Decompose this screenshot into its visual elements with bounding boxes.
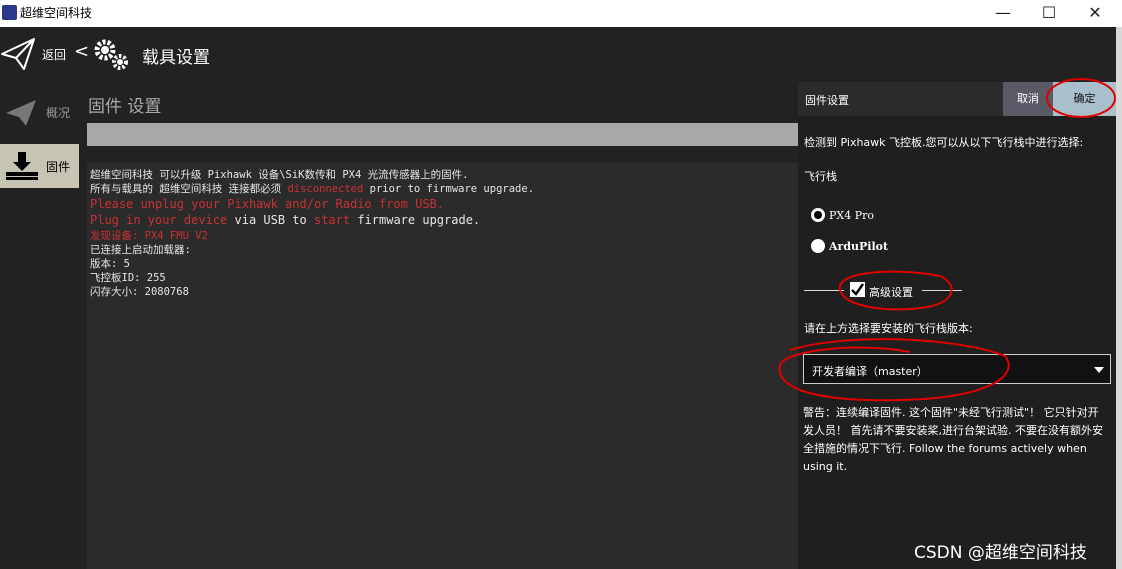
window-title: 超维空间科技 [20,6,93,20]
back-button[interactable]: 返回 [42,46,66,63]
gears-icon [94,39,128,70]
chevron-left-icon: < [74,41,90,62]
flight-stack-label: 飞行栈 [804,170,837,183]
detected-board-text: 检测到 Pixhawk 飞控板.您可以从以下飞行栈中进行选择: [804,136,1084,149]
ok-button[interactable]: 确定 [1053,82,1116,116]
top-toolbar: 返回 < 载具设置 [0,27,1122,82]
close-button[interactable]: ✕ [1072,0,1118,27]
ardupilot-radio[interactable] [811,239,825,253]
log-line: 超维空间科技 可以升级 Pixhawk 设备\SiK数传和 PX4 光流传感器上… [90,169,469,181]
log-line: Please unplug your Pixhawk and/or Radio … [90,197,445,211]
ardupilot-label: ArduPilot [829,240,889,253]
log-line: Plug in your device via USB to start fir… [90,213,480,227]
px4-radio[interactable] [811,208,825,222]
log-highlight: Plug in your device [90,213,228,227]
divider [804,290,844,291]
log-text: prior to firmware upgrade. [363,183,535,195]
sidebar-item-label: 概况 [46,106,71,120]
panel-title: 固件设置 [805,94,849,107]
firmware-version-select[interactable]: 开发者编译（master） [803,354,1111,384]
window-titlebar: 超维空间科技 — ☐ ✕ [0,0,1122,28]
log-line: 飞控板ID: 255 [90,272,166,284]
chevron-down-icon [1094,367,1104,373]
divider [922,290,962,291]
paper-plane-icon[interactable] [0,37,36,71]
scrollbar[interactable] [1116,27,1122,569]
log-text: firmware upgrade. [350,213,481,227]
log-highlight: disconnected [287,183,364,195]
px4-label: PX4 Pro [829,209,875,222]
upgrade-progress-bar [87,123,798,146]
panel-header: 固件设置 取消 确定 [798,82,1116,116]
warning-text: 警告：连续编译固件. 这个固件"未经飞行测试"！ 它只针对开发人员！ 首先请不要… [803,406,1103,473]
log-line: 所有与载具的 超维空间科技 连接都必须 disconnected prior t… [90,181,534,196]
log-text: via USB to [227,213,314,227]
firmware-setup-heading: 固件 设置 [88,97,162,117]
log-line: 版本: 5 [90,258,130,270]
radio-selected-dot [814,211,822,219]
watermark: CSDN @超维空间科技 [914,543,1087,563]
minimize-button[interactable]: — [980,0,1026,27]
log-highlight: start [313,213,351,227]
advanced-settings-label: 高级设置 [869,286,913,299]
sidebar-item-firmware[interactable]: 固件 [0,144,79,188]
maximize-button[interactable]: ☐ [1026,0,1072,27]
paper-plane-icon [6,100,36,126]
app-logo-icon [2,5,17,20]
firmware-settings-panel: 固件设置 取消 确定 检测到 Pixhawk 飞控板.您可以从以下飞行栈中进行选… [798,82,1116,569]
page-title: 载具设置 [142,48,210,68]
advanced-settings-checkbox[interactable] [850,282,865,297]
cancel-button[interactable]: 取消 [1003,82,1053,116]
checkmark-icon [851,283,865,296]
sidebar-item-label: 固件 [46,160,71,174]
log-line: 已连接上启动加载器: [90,244,191,256]
firmware-log-console: 超维空间科技 可以升级 Pixhawk 设备\SiK数传和 PX4 光流传感器上… [87,163,798,569]
version-prompt: 请在上方选择要安装的飞行栈版本: [804,322,973,335]
sidebar-item-summary[interactable]: 概况 [0,90,79,134]
log-text: 所有与载具的 超维空间科技 连接都必须 [90,183,288,195]
log-line: 闪存大小: 2080768 [90,286,189,298]
download-icon [6,152,38,180]
sidebar: 概况 固件 [0,82,79,569]
log-line: 发现设备: PX4 FMU V2 [90,230,208,242]
selected-version: 开发者编译（master） [812,365,928,378]
